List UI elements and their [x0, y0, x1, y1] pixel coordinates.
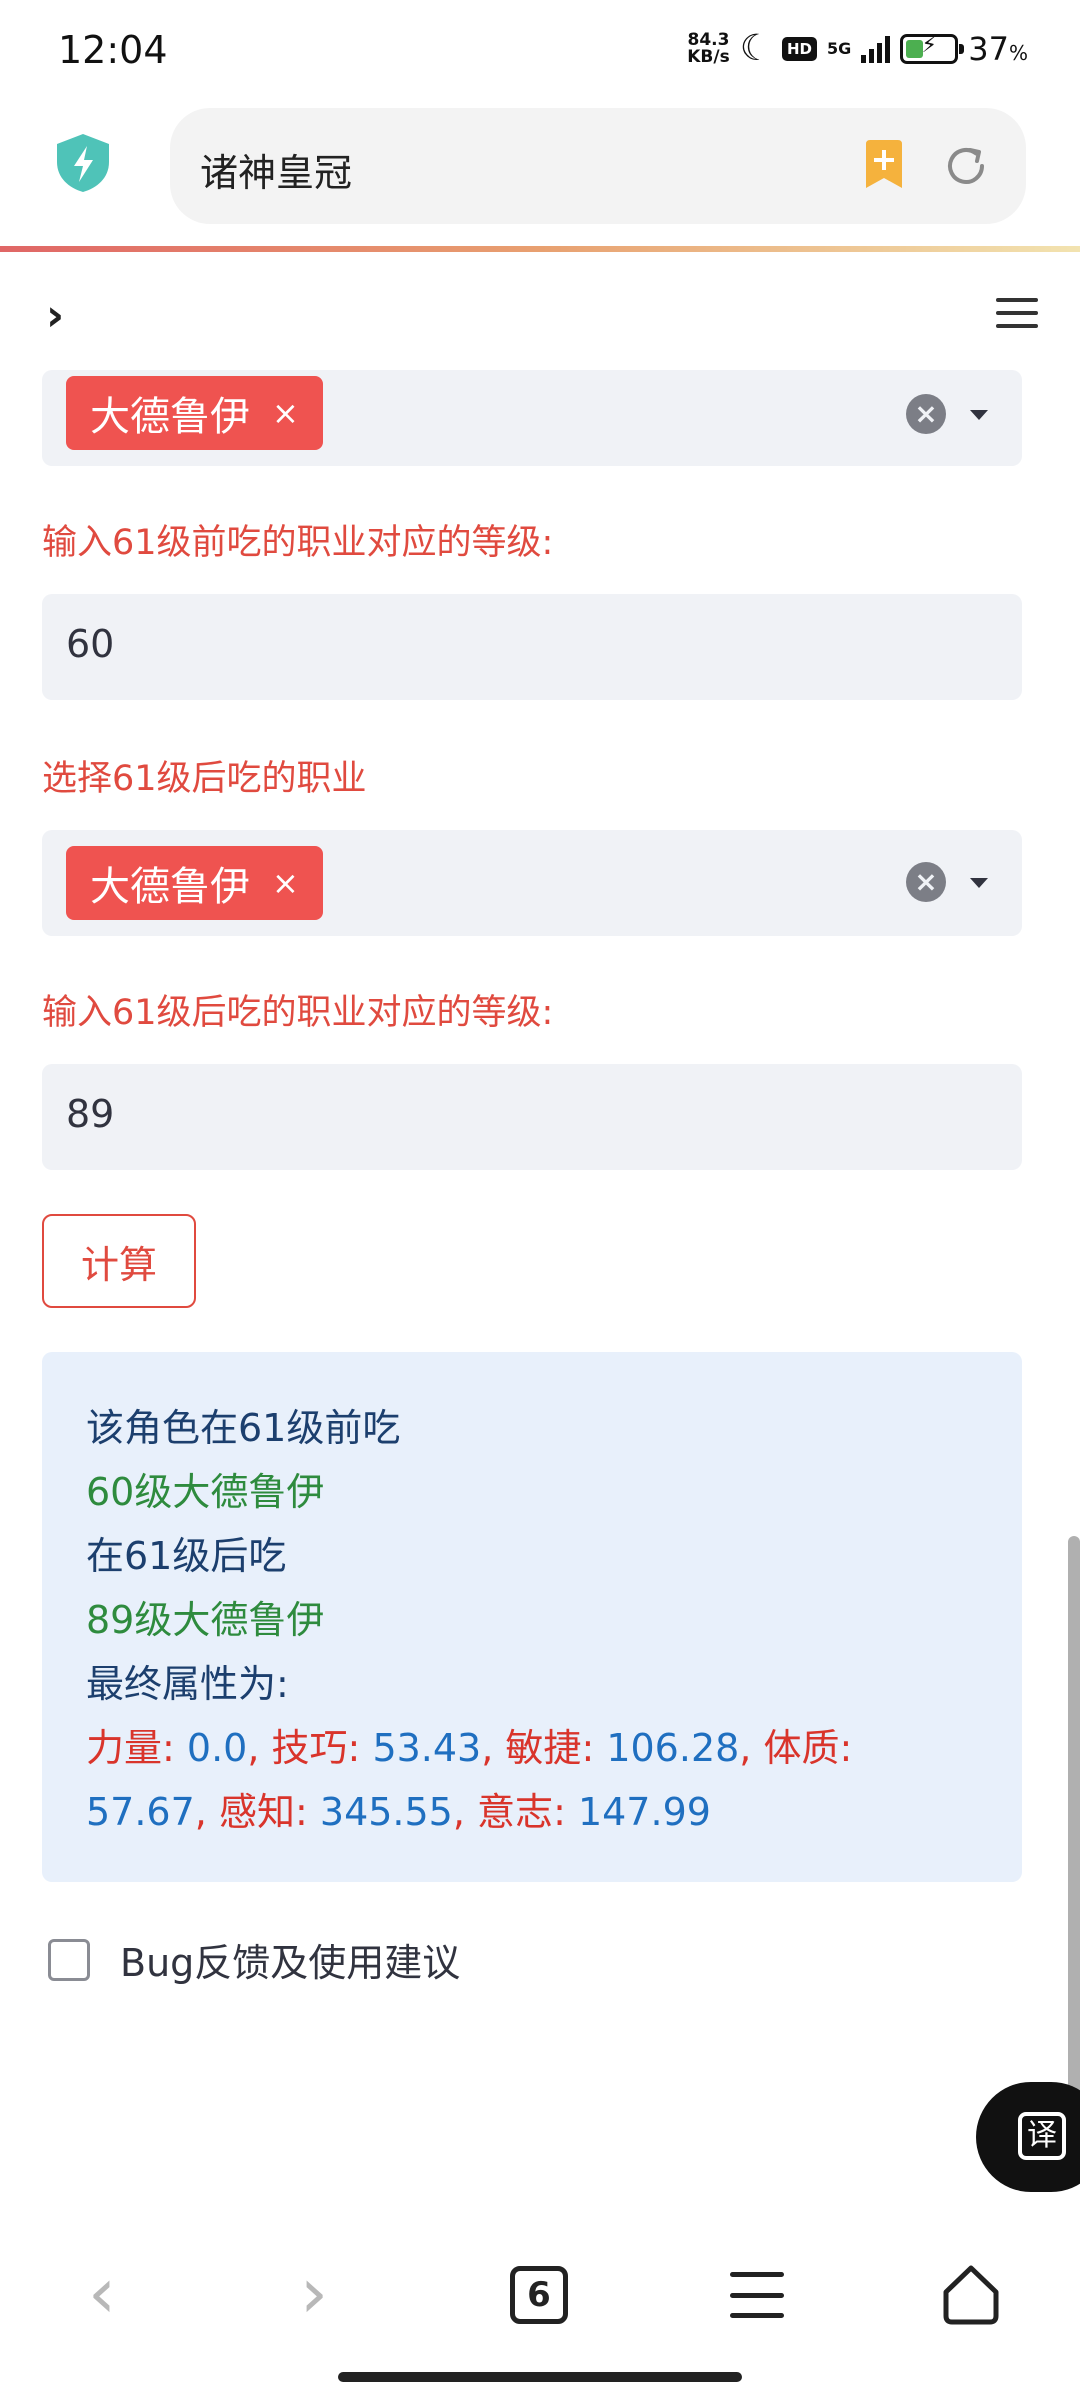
- result-panel: 该角色在61级前吃 60级大德鲁伊 在61级后吃 89级大德鲁伊 最终属性为: …: [42, 1352, 1022, 1882]
- result-line-after: 在61级后吃: [86, 1534, 287, 1578]
- result-line-after-class: 89级大德鲁伊: [86, 1598, 325, 1642]
- result-stats: 力量: 0.0, 技巧: 53.43, 敏捷: 106.28, 体质: 57.6…: [86, 1726, 853, 1834]
- before-class-multiselect[interactable]: 大德鲁伊 × ×: [42, 370, 1022, 466]
- back-icon[interactable]: ‹: [88, 2252, 116, 2334]
- network-type: 5G: [827, 39, 852, 58]
- signal-icon: [861, 35, 891, 63]
- feedback-toggle[interactable]: Bug反馈及使用建议: [48, 1932, 460, 1987]
- address-text: 诸神皇冠: [200, 151, 353, 195]
- before-class-tag-remove-icon[interactable]: ×: [272, 394, 299, 432]
- translate-button[interactable]: 译: [976, 2082, 1080, 2192]
- stat-skill-value: 53.43: [372, 1726, 482, 1770]
- after-level-label: 输入61级后吃的职业对应的等级:: [42, 993, 554, 1033]
- stat-will-value: 147.99: [577, 1790, 711, 1834]
- after-class-clear-icon[interactable]: ×: [906, 862, 946, 902]
- browser-header: 诸神皇冠: [0, 100, 1080, 248]
- stat-perception-value: 345.55: [319, 1790, 453, 1834]
- after-class-dropdown-icon[interactable]: [970, 878, 988, 888]
- before-class-clear-icon[interactable]: ×: [906, 394, 946, 434]
- after-class-tag-remove-icon[interactable]: ×: [272, 864, 299, 902]
- battery-icon: ⚡: [900, 33, 965, 64]
- result-line-final: 最终属性为:: [86, 1662, 289, 1706]
- security-shield-icon[interactable]: [54, 132, 112, 194]
- do-not-disturb-icon: ☾: [739, 28, 772, 69]
- after-level-input[interactable]: 89: [42, 1064, 1022, 1170]
- add-bookmark-icon[interactable]: [862, 140, 906, 190]
- tabs-count-button[interactable]: 6: [510, 2266, 568, 2324]
- forward-icon[interactable]: ›: [300, 2252, 328, 2334]
- app-menu-icon[interactable]: [996, 298, 1038, 328]
- status-icons: 84.3 KB/s ☾ HD 5G ⚡ 37%: [687, 30, 1028, 68]
- status-bar: 12:04 84.3 KB/s ☾ HD 5G ⚡ 37%: [0, 0, 1080, 100]
- gesture-home-indicator[interactable]: [338, 2372, 742, 2382]
- calculate-button[interactable]: 计算: [42, 1214, 196, 1308]
- home-icon[interactable]: [938, 2262, 1004, 2328]
- before-level-value: 60: [66, 622, 115, 666]
- before-level-input[interactable]: 60: [42, 594, 1022, 700]
- status-time: 12:04: [58, 28, 168, 72]
- feedback-label: Bug反馈及使用建议: [120, 1941, 461, 1985]
- stat-constitution-value: 57.67: [86, 1790, 195, 1834]
- page-accent-line: [0, 246, 1080, 252]
- after-class-tag-label: 大德鲁伊: [90, 864, 250, 910]
- charging-icon: ⚡: [921, 33, 937, 58]
- result-line-before-class: 60级大德鲁伊: [86, 1470, 325, 1514]
- network-speed-unit: KB/s: [687, 47, 730, 67]
- stat-strength-value: 0.0: [186, 1726, 248, 1770]
- stat-agility-value: 106.28: [606, 1726, 740, 1770]
- before-class-dropdown-icon[interactable]: [970, 410, 988, 420]
- browser-menu-icon[interactable]: [730, 2272, 784, 2318]
- battery-percent: 37%: [968, 30, 1028, 68]
- expand-sidebar-chevron-icon[interactable]: ›: [46, 290, 64, 341]
- after-class-tag[interactable]: 大德鲁伊 ×: [66, 846, 323, 920]
- reload-icon[interactable]: [942, 142, 990, 190]
- browser-bottom-nav: ‹ › 6: [0, 2232, 1080, 2362]
- before-class-tag[interactable]: 大德鲁伊 ×: [66, 376, 323, 450]
- translate-icon: 译: [1018, 2112, 1066, 2160]
- after-class-multiselect[interactable]: 大德鲁伊 × ×: [42, 830, 1022, 936]
- result-line-before: 该角色在61级前吃: [86, 1406, 401, 1450]
- hd-badge: HD: [781, 37, 817, 61]
- page-scrollbar[interactable]: [1068, 1536, 1080, 2096]
- network-speed: 84.3 KB/s: [687, 32, 729, 66]
- before-class-tag-label: 大德鲁伊: [90, 394, 250, 440]
- app-toolbar: ›: [0, 260, 1080, 370]
- after-class-label: 选择61级后吃的职业: [42, 759, 367, 799]
- before-level-label: 输入61级前吃的职业对应的等级:: [42, 523, 554, 563]
- after-level-value: 89: [66, 1092, 115, 1136]
- address-bar[interactable]: 诸神皇冠: [170, 108, 1026, 224]
- feedback-checkbox[interactable]: [48, 1938, 90, 1981]
